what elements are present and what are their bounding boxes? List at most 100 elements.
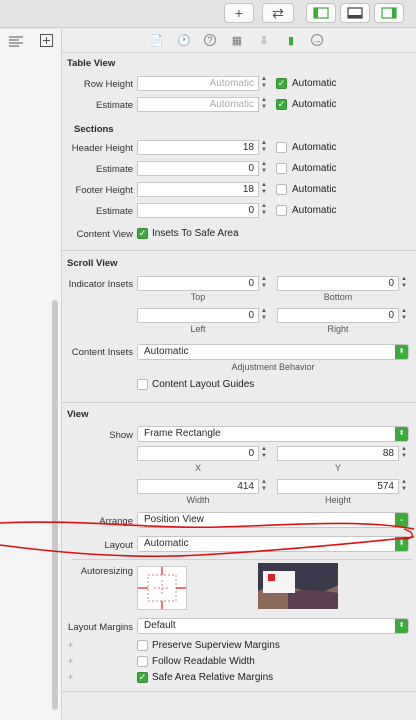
autoresizing-preview-image bbox=[258, 563, 338, 609]
follow-readable-checkbox[interactable] bbox=[137, 656, 148, 667]
divider bbox=[62, 250, 416, 251]
navigator-panel-icon bbox=[313, 7, 329, 19]
connections-inspector-icon[interactable]: → bbox=[311, 34, 323, 46]
chevron-updown-icon: ⬍ bbox=[395, 619, 408, 633]
attributes-inspector-icon[interactable]: ⇩ bbox=[257, 34, 271, 48]
row-height-field[interactable]: Automatic bbox=[137, 76, 259, 91]
add-editor-icon[interactable] bbox=[40, 34, 53, 47]
chevron-updown-icon: ⬍ bbox=[395, 537, 408, 551]
header-height-automatic-label: Automatic bbox=[292, 142, 337, 153]
help-inspector-icon[interactable]: ? bbox=[204, 34, 216, 46]
header-estimate-label: Estimate bbox=[96, 164, 133, 175]
plus-icon[interactable]: + bbox=[68, 672, 73, 682]
insets-safe-area-checkbox[interactable]: ✓ bbox=[137, 228, 148, 239]
header-height-field[interactable]: 18 bbox=[137, 140, 259, 155]
indicator-right-field[interactable]: 0 bbox=[277, 308, 399, 323]
window-toolbar: + ⇄ bbox=[0, 0, 416, 28]
indicator-right-stepper[interactable]: ▲ ▼ bbox=[400, 308, 408, 323]
footer-estimate-automatic-label: Automatic bbox=[292, 205, 337, 216]
header-height-stepper[interactable]: ▲ ▼ bbox=[260, 140, 268, 155]
x-field[interactable]: 0 bbox=[137, 446, 259, 461]
divider bbox=[72, 559, 412, 560]
safe-area-margins-checkbox[interactable]: ✓ bbox=[137, 672, 148, 683]
arrange-popup[interactable]: Position View ⌄ bbox=[137, 512, 409, 528]
row-estimate-automatic-checkbox[interactable]: ✓ bbox=[276, 99, 287, 110]
view-section-title: View bbox=[67, 409, 89, 420]
height-field[interactable]: 574 bbox=[277, 479, 399, 494]
row-estimate-field[interactable]: Automatic bbox=[137, 97, 259, 112]
footer-estimate-label: Estimate bbox=[96, 206, 133, 217]
safe-area-margins-label: Safe Area Relative Margins bbox=[152, 672, 274, 683]
height-caption: Height bbox=[324, 495, 351, 505]
layout-margins-value: Default bbox=[144, 620, 176, 631]
inspector-panel-icon bbox=[381, 7, 397, 19]
table-view-section-title: Table View bbox=[67, 58, 116, 69]
lines-icon[interactable] bbox=[8, 35, 24, 47]
debug-panel-icon bbox=[347, 7, 363, 19]
y-stepper[interactable]: ▲ ▼ bbox=[400, 446, 408, 461]
layout-margins-label: Layout Margins bbox=[68, 622, 133, 633]
file-inspector-icon[interactable]: 📄 bbox=[150, 34, 164, 48]
swap-button[interactable]: ⇄ bbox=[262, 3, 294, 23]
scrollbar[interactable] bbox=[52, 300, 58, 710]
header-estimate-stepper[interactable]: ▲ ▼ bbox=[260, 161, 268, 176]
row-height-label: Row Height bbox=[83, 79, 133, 90]
row-height-automatic-checkbox[interactable]: ✓ bbox=[276, 78, 287, 89]
header-height-label: Header Height bbox=[71, 143, 133, 154]
x-caption: X bbox=[194, 463, 201, 473]
follow-readable-label: Follow Readable Width bbox=[152, 656, 255, 667]
identity-inspector-icon[interactable]: ▦ bbox=[230, 34, 244, 48]
plus-icon: + bbox=[234, 5, 244, 21]
content-layout-guides-checkbox[interactable] bbox=[137, 379, 148, 390]
show-popup[interactable]: Frame Rectangle ⬍ bbox=[137, 426, 409, 442]
indicator-top-field[interactable]: 0 bbox=[137, 276, 259, 291]
indicator-top-stepper[interactable]: ▲ ▼ bbox=[260, 276, 268, 291]
footer-estimate-field[interactable]: 0 bbox=[137, 203, 259, 218]
indicator-left-stepper[interactable]: ▲ ▼ bbox=[260, 308, 268, 323]
row-estimate-label: Estimate bbox=[96, 100, 133, 111]
indicator-bottom-field[interactable]: 0 bbox=[277, 276, 399, 291]
height-stepper[interactable]: ▲ ▼ bbox=[400, 479, 408, 494]
show-label: Show bbox=[109, 430, 133, 441]
footer-height-stepper[interactable]: ▲ ▼ bbox=[260, 182, 268, 197]
row-height-stepper[interactable]: ▲ ▼ bbox=[260, 76, 268, 91]
toggle-debug-button[interactable] bbox=[340, 3, 370, 23]
footer-height-field[interactable]: 18 bbox=[137, 182, 259, 197]
size-inspector-icon[interactable]: ▮ bbox=[284, 34, 298, 48]
footer-height-label: Footer Height bbox=[75, 185, 133, 196]
divider bbox=[62, 691, 416, 692]
footer-estimate-automatic-checkbox[interactable] bbox=[276, 205, 287, 216]
chevron-down-icon: ⌄ bbox=[395, 513, 408, 527]
arrange-label: Arrange bbox=[99, 516, 133, 527]
plus-icon[interactable]: + bbox=[68, 640, 73, 650]
header-height-automatic-checkbox[interactable] bbox=[276, 142, 287, 153]
width-stepper[interactable]: ▲ ▼ bbox=[260, 479, 268, 494]
indicator-left-field[interactable]: 0 bbox=[137, 308, 259, 323]
header-estimate-automatic-checkbox[interactable] bbox=[276, 163, 287, 174]
preserve-margins-label: Preserve Superview Margins bbox=[152, 640, 280, 651]
history-inspector-icon[interactable]: 🕐 bbox=[177, 34, 191, 48]
x-stepper[interactable]: ▲ ▼ bbox=[260, 446, 268, 461]
add-button[interactable]: + bbox=[224, 3, 254, 23]
autoresizing-mask-control[interactable] bbox=[137, 566, 187, 610]
width-field[interactable]: 414 bbox=[137, 479, 259, 494]
content-insets-popup[interactable]: Automatic ⬍ bbox=[137, 344, 409, 360]
layout-label: Layout bbox=[104, 540, 133, 551]
footer-estimate-stepper[interactable]: ▲ ▼ bbox=[260, 203, 268, 218]
toggle-navigator-button[interactable] bbox=[306, 3, 336, 23]
header-estimate-field[interactable]: 0 bbox=[137, 161, 259, 176]
y-field[interactable]: 88 bbox=[277, 446, 399, 461]
right-caption: Right bbox=[327, 324, 349, 334]
preserve-margins-checkbox[interactable] bbox=[137, 640, 148, 651]
layout-margins-popup[interactable]: Default ⬍ bbox=[137, 618, 409, 634]
plus-icon[interactable]: + bbox=[68, 656, 73, 666]
layout-value: Automatic bbox=[144, 538, 189, 549]
layout-popup[interactable]: Automatic ⬍ bbox=[137, 536, 409, 552]
row-estimate-automatic-label: Automatic bbox=[292, 99, 337, 110]
row-estimate-stepper[interactable]: ▲ ▼ bbox=[260, 97, 268, 112]
bottom-caption: Bottom bbox=[323, 292, 353, 302]
content-layout-guides-label: Content Layout Guides bbox=[152, 379, 255, 390]
toggle-inspector-button[interactable] bbox=[374, 3, 404, 23]
footer-height-automatic-checkbox[interactable] bbox=[276, 184, 287, 195]
indicator-bottom-stepper[interactable]: ▲ ▼ bbox=[400, 276, 408, 291]
